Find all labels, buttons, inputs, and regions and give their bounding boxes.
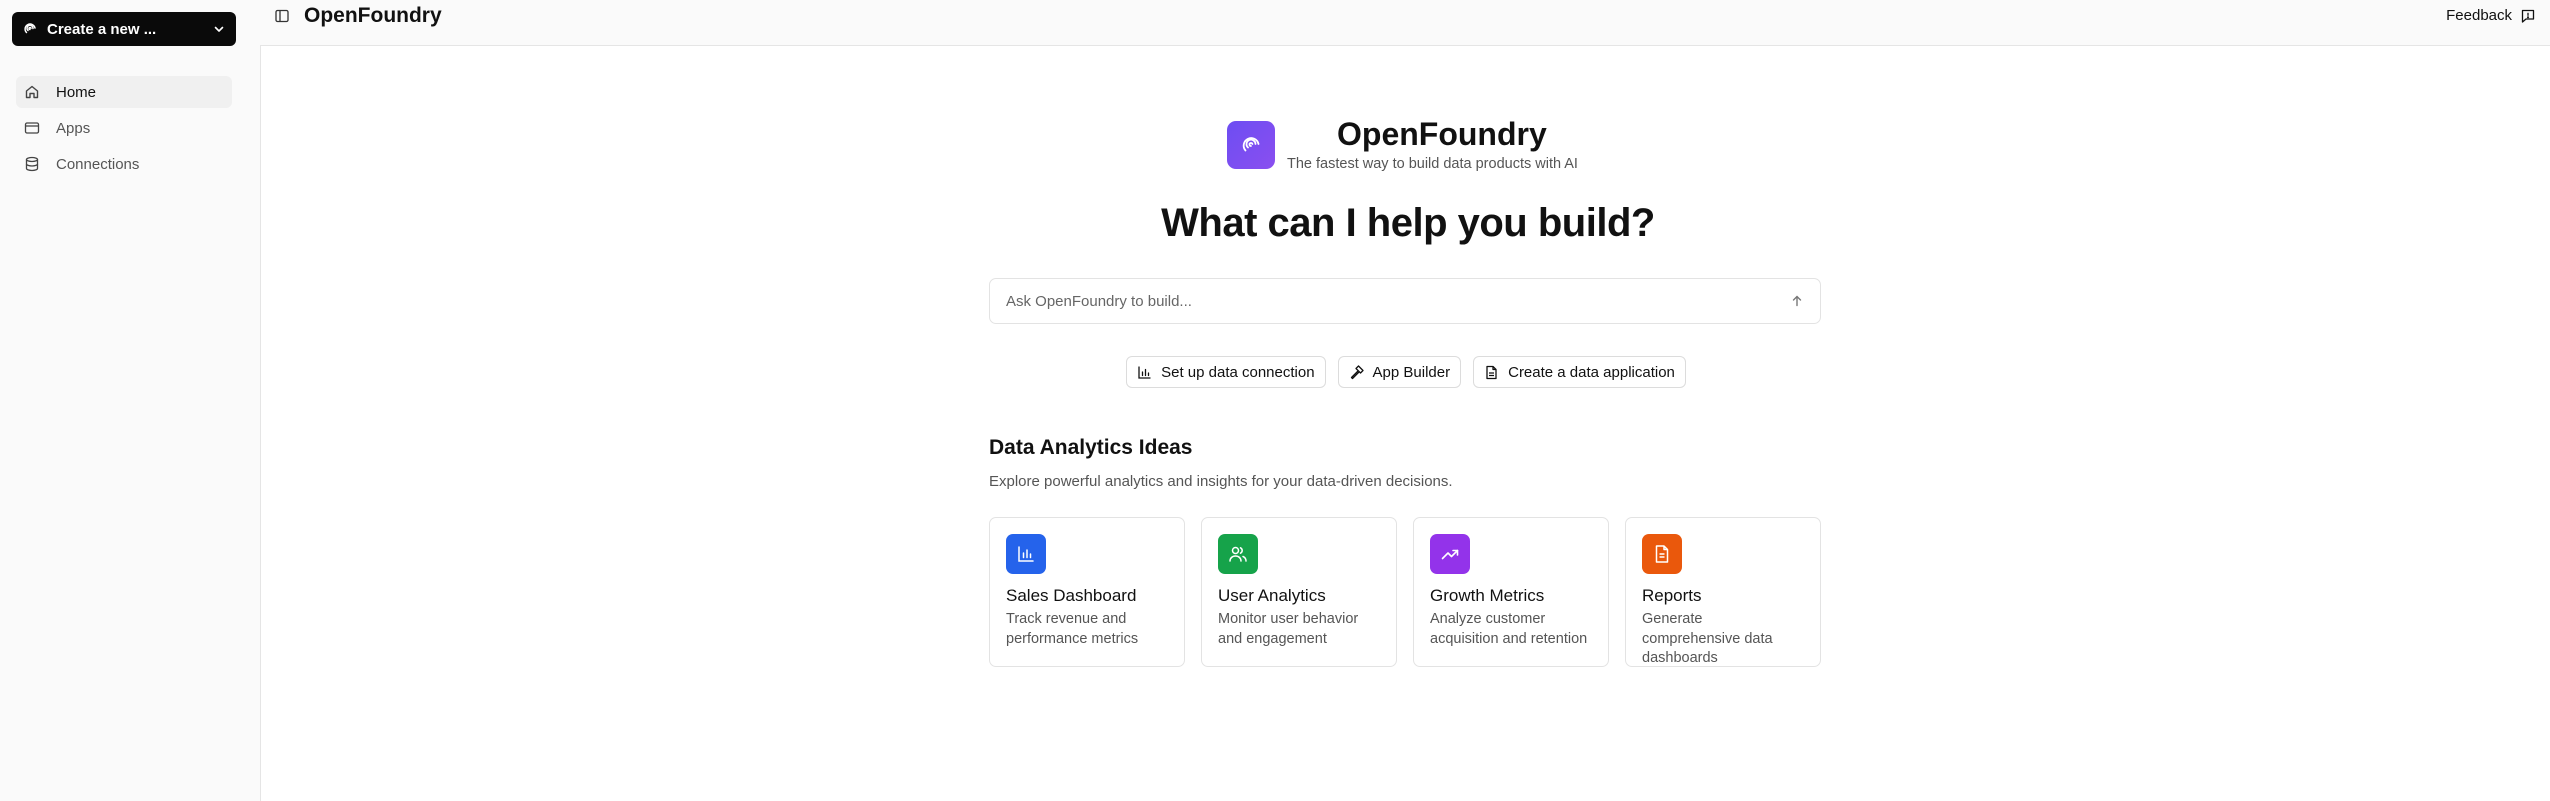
bar-chart-icon (1006, 534, 1046, 574)
brand-tagline: The fastest way to build data products w… (1287, 156, 1578, 172)
idea-card-sales-dashboard[interactable]: Sales Dashboard Track revenue and perfor… (989, 517, 1185, 667)
quick-action-label: Create a data application (1508, 363, 1675, 381)
app-title: OpenFoundry (304, 4, 442, 27)
section-title: Data Analytics Ideas (989, 436, 1193, 459)
card-description: Generate comprehensive data dashboards (1642, 611, 1773, 667)
window-icon (24, 120, 40, 136)
file-icon (1484, 365, 1499, 380)
hammer-icon (1349, 364, 1364, 380)
sidebar-toggle-icon[interactable] (274, 8, 290, 24)
feedback-button[interactable]: Feedback (2446, 7, 2536, 24)
trending-up-icon (1430, 534, 1470, 574)
sidebar-item-label: Connections (56, 155, 140, 173)
chevron-down-icon (212, 22, 226, 36)
brand-logo (1227, 121, 1275, 169)
document-icon (1642, 534, 1682, 574)
top-bar: OpenFoundry Feedback (260, 0, 2550, 46)
spiral-icon (1239, 133, 1263, 157)
quick-actions: Set up data connection App Builder Creat… (261, 356, 2550, 388)
sidebar-nav: Home Apps Connections (16, 76, 232, 184)
bar-chart-icon (1137, 365, 1152, 380)
spiral-icon (22, 21, 38, 37)
idea-card-user-analytics[interactable]: User Analytics Monitor user behavior and… (1201, 517, 1397, 667)
quick-action-label: Set up data connection (1161, 363, 1315, 381)
card-description: Analyze customer acquisition and retenti… (1430, 611, 1588, 647)
prompt-input[interactable] (1006, 292, 1790, 310)
prompt-box (989, 278, 1821, 324)
card-title: User Analytics (1218, 586, 1326, 605)
page-headline: What can I help you build? (1161, 201, 1655, 245)
brand-name: OpenFoundry (1337, 116, 1547, 152)
home-icon (24, 84, 40, 100)
create-new-button[interactable]: Create a new ... (12, 12, 236, 46)
card-description: Monitor user behavior and engagement (1218, 611, 1359, 647)
idea-cards: Sales Dashboard Track revenue and perfor… (989, 517, 1821, 667)
card-description: Track revenue and performance metrics (1006, 611, 1139, 647)
sidebar-item-connections[interactable]: Connections (16, 148, 232, 180)
idea-card-growth-metrics[interactable]: Growth Metrics Analyze customer acquisit… (1413, 517, 1609, 667)
setup-data-connection-button[interactable]: Set up data connection (1126, 356, 1326, 388)
section-subtitle: Explore powerful analytics and insights … (989, 473, 1453, 490)
users-icon (1218, 534, 1258, 574)
main-area: OpenFoundry Feedback OpenFoundry The fas… (260, 0, 2550, 801)
database-icon (24, 156, 40, 172)
quick-action-label: App Builder (1372, 363, 1451, 381)
idea-card-reports[interactable]: Reports Generate comprehensive data dash… (1625, 517, 1821, 667)
card-title: Growth Metrics (1430, 586, 1545, 605)
create-new-label: Create a new ... (47, 20, 157, 38)
sidebar-item-label: Apps (56, 119, 91, 137)
app-builder-button[interactable]: App Builder (1337, 356, 1462, 388)
sidebar: Create a new ... Home Apps Connections (0, 0, 260, 801)
feedback-label: Feedback (2446, 7, 2512, 24)
arrow-up-icon[interactable] (1790, 294, 1804, 308)
sidebar-item-label: Home (56, 83, 97, 101)
message-square-icon (2520, 8, 2536, 24)
card-title: Reports (1642, 586, 1702, 605)
create-data-application-button[interactable]: Create a data application (1473, 356, 1686, 388)
home-content: OpenFoundry The fastest way to build dat… (260, 46, 2550, 801)
sidebar-item-apps[interactable]: Apps (16, 112, 232, 144)
card-title: Sales Dashboard (1006, 586, 1137, 605)
sidebar-item-home[interactable]: Home (16, 76, 232, 108)
